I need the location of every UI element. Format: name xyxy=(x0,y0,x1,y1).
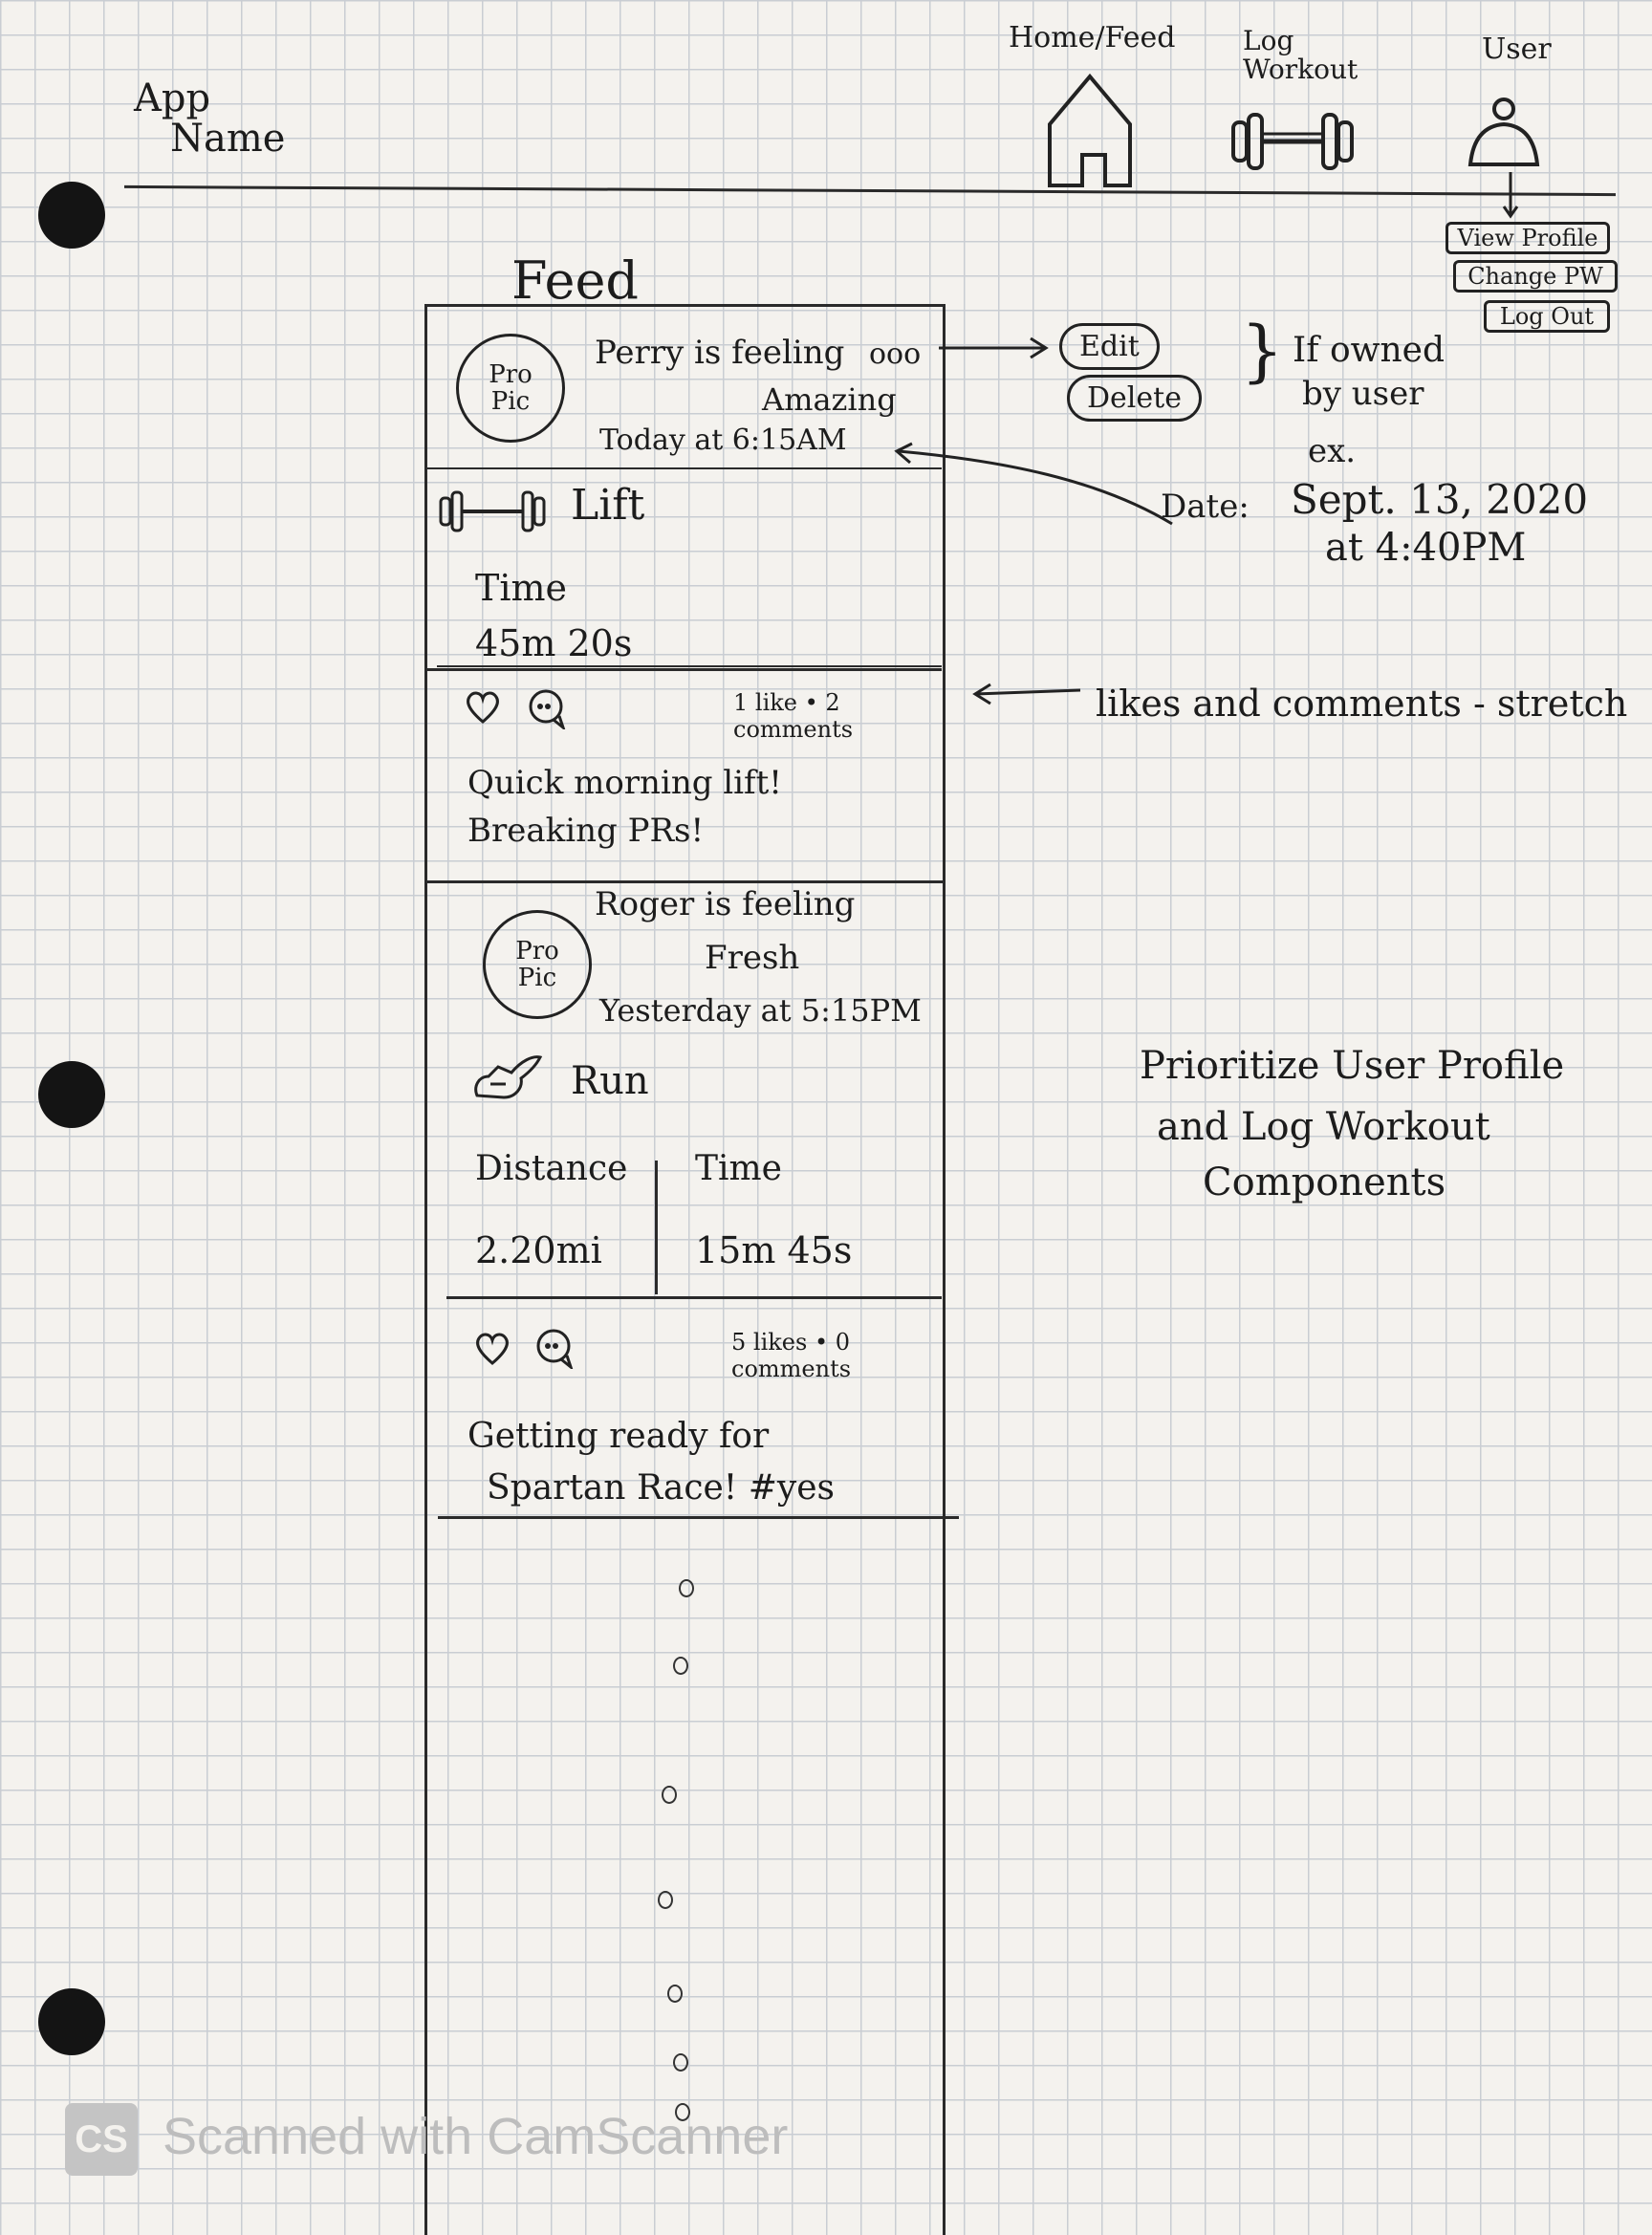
post-timestamp: Yesterday at 5:15PM xyxy=(599,992,922,1029)
post-caption-line1: Quick morning lift! xyxy=(467,764,782,802)
binder-hole xyxy=(38,1988,105,2055)
continuation-dot xyxy=(658,1891,673,1909)
stat-divider xyxy=(655,1161,658,1294)
user-menu-arrow xyxy=(1502,172,1519,219)
nav-log-label: Log Workout xyxy=(1243,27,1358,84)
camscanner-logo: CS xyxy=(65,2103,138,2176)
continuation-dot xyxy=(667,1985,683,2003)
log-out-button[interactable]: Log Out xyxy=(1484,300,1610,333)
app-name: App Name xyxy=(134,78,285,159)
nav-log-label-line2: Workout xyxy=(1243,54,1359,85)
stat-value-time: 15m 45s xyxy=(695,1229,853,1271)
feed-title: Feed xyxy=(511,250,639,311)
heart-icon[interactable] xyxy=(473,1329,511,1367)
owned-note-line2: by user xyxy=(1302,375,1424,413)
user-menu: View Profile Change PW Log Out xyxy=(1446,222,1618,333)
nav-user-label: User xyxy=(1482,33,1552,66)
actions-divider xyxy=(446,1296,942,1299)
edit-button[interactable]: Edit xyxy=(1059,323,1160,370)
nav-home-label: Home/Feed xyxy=(1009,21,1176,54)
date-prefix: Date: xyxy=(1161,488,1250,526)
ex-note: ex. xyxy=(1308,432,1357,470)
binder-hole xyxy=(38,182,105,249)
continuation-dot xyxy=(679,1579,694,1597)
post-header-divider xyxy=(427,467,942,469)
nav-log-label-line1: Log xyxy=(1243,25,1294,56)
arrow-to-likes xyxy=(972,683,1081,705)
feed-post: Pro Pic Roger is feeling Fresh Yesterday… xyxy=(427,883,942,1524)
feed-right-border xyxy=(943,304,946,2235)
comment-icon[interactable] xyxy=(533,1327,576,1369)
view-profile-button[interactable]: View Profile xyxy=(1446,222,1610,254)
priority-note-line1: Prioritize User Profile xyxy=(1140,1044,1565,1088)
post-caption-line2: Spartan Race! #yes xyxy=(487,1468,835,1508)
post-menu-button[interactable]: ooo xyxy=(869,337,921,371)
likes-comments-count[interactable]: 5 likes • 0 comments xyxy=(731,1329,942,1382)
stat-label: Time xyxy=(475,567,568,609)
workout-type: Lift xyxy=(571,481,645,530)
app-name-line1: App xyxy=(134,76,211,120)
likes-stretch-note: likes and comments - stretch xyxy=(1096,683,1628,725)
camscanner-watermark: Scanned with CamScanner xyxy=(163,2108,789,2165)
dumbbell-icon[interactable] xyxy=(1226,107,1359,174)
comment-icon[interactable] xyxy=(525,687,569,729)
post-caption-line2: Breaking PRs! xyxy=(467,812,705,850)
date-example-time: at 4:40PM xyxy=(1325,526,1527,570)
running-shoe-icon xyxy=(474,1055,543,1099)
app-name-line2: Name xyxy=(170,117,286,161)
stat-label-time: Time xyxy=(695,1149,782,1188)
workout-type: Run xyxy=(571,1059,649,1103)
stat-label-distance: Distance xyxy=(475,1149,628,1188)
continuation-dot xyxy=(662,1786,677,1804)
stat-value: 45m 20s xyxy=(475,622,633,664)
brace: } xyxy=(1241,312,1284,390)
stat-underline xyxy=(437,665,942,667)
arrow-to-timestamp xyxy=(894,442,1173,526)
profile-pic[interactable]: Pro Pic xyxy=(483,910,592,1019)
delete-button[interactable]: Delete xyxy=(1067,375,1202,422)
profile-pic[interactable]: Pro Pic xyxy=(456,334,565,443)
continuation-dot xyxy=(673,1657,688,1675)
priority-note-line3: Components xyxy=(1203,1161,1446,1204)
post-divider xyxy=(438,1516,959,1519)
priority-note-line2: and Log Workout xyxy=(1157,1105,1490,1149)
change-password-button[interactable]: Change PW xyxy=(1453,260,1618,293)
post-author-status: Roger is feeling xyxy=(595,885,856,923)
home-icon[interactable] xyxy=(1044,69,1136,191)
binder-hole xyxy=(38,1061,105,1128)
stat-value-distance: 2.20mi xyxy=(475,1229,602,1271)
header-divider xyxy=(124,184,1616,197)
heart-icon[interactable] xyxy=(464,687,502,726)
owned-note-line1: If owned xyxy=(1293,331,1446,370)
dumbbell-icon xyxy=(439,490,546,532)
post-timestamp: Today at 6:15AM xyxy=(599,423,847,457)
user-icon[interactable] xyxy=(1461,96,1547,172)
arrow-to-edit xyxy=(939,336,1049,359)
actions-divider xyxy=(427,668,942,671)
likes-comments-count[interactable]: 1 like • 2 comments xyxy=(733,689,942,743)
date-example: Sept. 13, 2020 xyxy=(1291,476,1589,523)
post-feeling: Amazing xyxy=(762,381,897,418)
post-author-status: Perry is feeling xyxy=(595,334,845,372)
feed-post: Pro Pic Perry is feeling ooo Amazing Tod… xyxy=(427,307,942,880)
continuation-dot xyxy=(673,2053,688,2072)
post-caption-line1: Getting ready for xyxy=(467,1417,770,1456)
post-feeling: Fresh xyxy=(705,939,800,977)
